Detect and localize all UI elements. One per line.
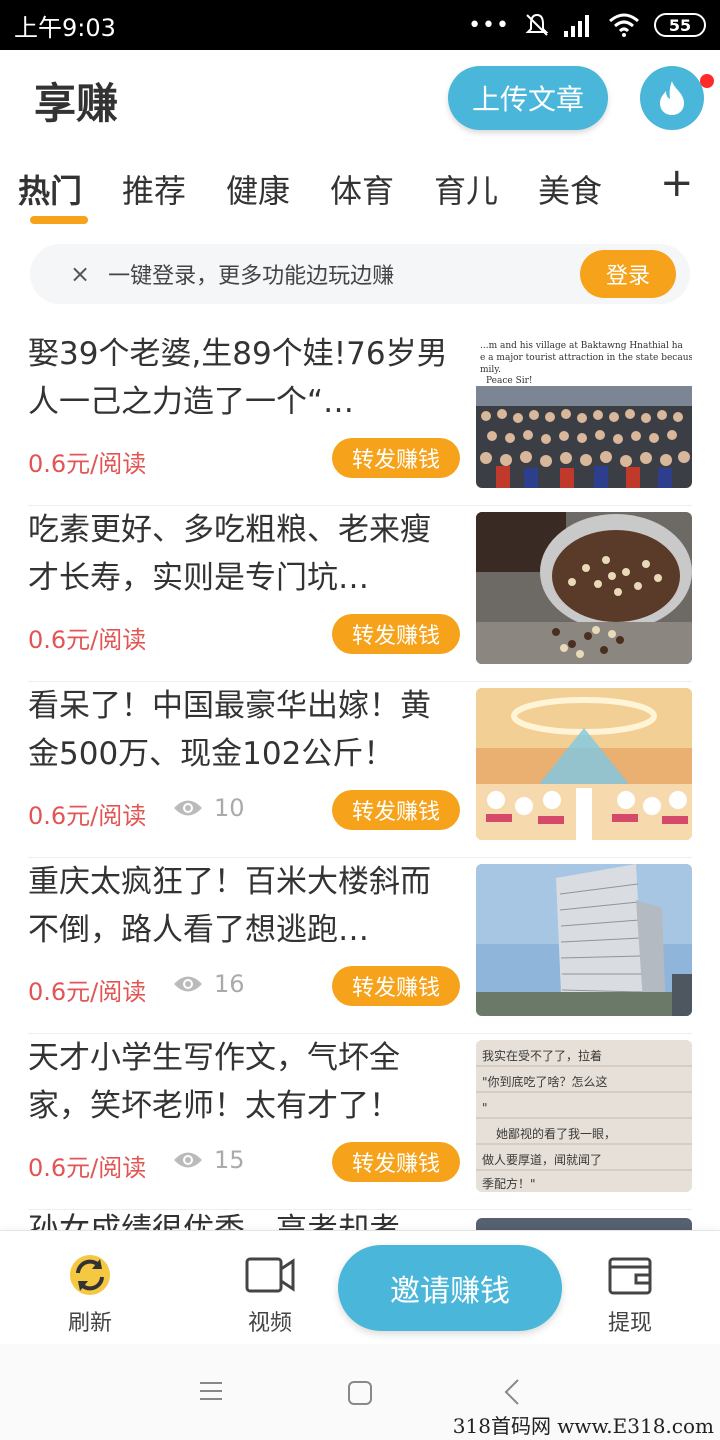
battery-indicator: 55 xyxy=(654,13,706,37)
article-item-partial[interactable]: 孙女成绩很优秀，高考却考 xyxy=(28,1210,692,1230)
share-earn-button[interactable]: 转发赚钱 xyxy=(332,1142,460,1182)
app-title: 享赚 xyxy=(34,79,119,128)
article-thumbnail[interactable] xyxy=(476,512,692,664)
notification-dot xyxy=(700,74,714,88)
add-tab-button[interactable]: + xyxy=(660,160,694,206)
back-icon[interactable] xyxy=(502,1378,522,1406)
refresh-icon xyxy=(70,1255,110,1295)
nav-withdraw-label: 提现 xyxy=(607,1311,652,1336)
article-thumbnail[interactable]: ...m and his village at Baktawng Hnathia… xyxy=(476,336,692,488)
menu-icon[interactable] xyxy=(198,1380,224,1402)
app-header: 享赚 上传文章 xyxy=(0,50,720,150)
article-item[interactable]: 娶39个老婆,生89个娃!76岁男人一己之力造了一个“… 0.6元/阅读 转发赚… xyxy=(28,330,692,506)
tab-hot[interactable]: 热门 xyxy=(18,166,82,212)
hot-fire-button[interactable] xyxy=(640,66,704,130)
essay-line: 她鄙视的看了我一眼， xyxy=(496,1126,616,1141)
thumb-caption-line: Peace Sir! xyxy=(486,376,533,386)
eye-icon xyxy=(174,1152,202,1168)
view-count: 16 xyxy=(172,970,245,998)
article-price: 0.6元/阅读 xyxy=(28,978,147,1006)
close-banner-icon[interactable]: × xyxy=(70,260,90,288)
nav-video-label: 视频 xyxy=(247,1311,292,1336)
article-title[interactable]: 天才小学生写作文，气坏全家，笑坏老师！太有才了！ xyxy=(28,1034,456,1130)
article-thumbnail[interactable]: 我实在受不了了，拉着 "你到底吃了啥？怎么这 " 她鄙视的看了我一眼， 做人要厚… xyxy=(476,1040,692,1192)
video-camera-icon xyxy=(245,1257,295,1293)
category-tabs: 热门 推荐 健康 体育 育儿 美食 + xyxy=(0,160,720,224)
share-earn-button[interactable]: 转发赚钱 xyxy=(332,438,460,478)
article-title[interactable]: 孙女成绩很优秀，高考却考 xyxy=(28,1210,456,1230)
signal-icon xyxy=(564,15,589,37)
handwriting-essay-image: 我实在受不了了，拉着 "你到底吃了啥？怎么这 " 她鄙视的看了我一眼， 做人要厚… xyxy=(476,1040,692,1192)
bottom-nav: 刷新 视频 邀请赚钱 提现 xyxy=(0,1230,720,1344)
view-count-value: 16 xyxy=(214,970,245,998)
login-button[interactable]: 登录 xyxy=(580,250,676,298)
article-title[interactable]: 看呆了！中国最豪华出嫁！黄金500万、现金102公斤！ xyxy=(28,682,456,778)
nav-video[interactable]: 视频 xyxy=(220,1251,320,1337)
article-title[interactable]: 娶39个老婆,生89个娃!76岁男人一己之力造了一个“… xyxy=(28,330,456,426)
share-earn-button[interactable]: 转发赚钱 xyxy=(332,790,460,830)
article-title[interactable]: 吃素更好、多吃粗粮、老来瘦才长寿，实则是专门坑… xyxy=(28,506,456,602)
home-icon[interactable] xyxy=(347,1380,373,1406)
login-banner: × 一键登录，更多功能边玩边赚 登录 xyxy=(30,244,690,304)
flame-icon xyxy=(660,81,684,115)
tab-recommend[interactable]: 推荐 xyxy=(122,166,186,212)
nav-withdraw[interactable]: 提现 xyxy=(580,1251,680,1337)
view-count: 15 xyxy=(172,1146,245,1174)
view-count-value: 15 xyxy=(214,1146,245,1174)
active-tab-indicator xyxy=(30,216,88,224)
article-thumbnail[interactable] xyxy=(476,1218,692,1230)
tab-food[interactable]: 美食 xyxy=(538,166,602,212)
article-price: 0.6元/阅读 xyxy=(28,450,147,478)
status-bar: 上午9:03 ••• 55 xyxy=(0,0,720,50)
thumb-caption-line: mily. xyxy=(480,365,501,375)
view-count-value: 10 xyxy=(214,794,245,822)
nav-refresh[interactable]: 刷新 xyxy=(40,1251,140,1337)
article-title[interactable]: 重庆太疯狂了！百米大楼斜而不倒，路人看了想逃跑… xyxy=(28,858,456,954)
article-item[interactable]: 看呆了！中国最豪华出嫁！黄金500万、现金102公斤！ 0.6元/阅读 10 转… xyxy=(28,682,692,858)
login-banner-text: 一键登录，更多功能边玩边赚 xyxy=(108,264,395,289)
status-time: 上午9:03 xyxy=(14,13,116,42)
article-thumbnail[interactable] xyxy=(476,688,692,840)
tilted-building-image xyxy=(476,864,692,1016)
article-item[interactable]: 天才小学生写作文，气坏全家，笑坏老师！太有才了！ 0.6元/阅读 15 转发赚钱… xyxy=(28,1034,692,1210)
more-dots-icon: ••• xyxy=(468,12,510,38)
thumb-caption-line: e a major tourist attraction in the stat… xyxy=(480,353,692,363)
status-icons: ••• 55 xyxy=(468,12,706,38)
invite-earn-button[interactable]: 邀请赚钱 xyxy=(338,1245,562,1331)
eye-icon xyxy=(174,800,202,816)
wedding-hall-image xyxy=(476,688,692,840)
nav-refresh-label: 刷新 xyxy=(67,1311,112,1336)
article-thumbnail[interactable] xyxy=(476,864,692,1016)
thumb-caption-line: ...m and his village at Baktawng Hnathia… xyxy=(480,341,684,351)
share-earn-button[interactable]: 转发赚钱 xyxy=(332,614,460,654)
battery-level: 55 xyxy=(668,15,692,35)
tab-parenting[interactable]: 育儿 xyxy=(434,166,498,212)
article-item[interactable]: 重庆太疯狂了！百米大楼斜而不倒，路人看了想逃跑… 0.6元/阅读 16 转发赚钱 xyxy=(28,858,692,1034)
article-price: 0.6元/阅读 xyxy=(28,802,147,830)
tab-health[interactable]: 健康 xyxy=(226,166,290,212)
app-screen: 上午9:03 ••• 55 享赚 上传文章 热门 推荐 健康 体育 育儿 美食 … xyxy=(0,0,720,1440)
article-price: 0.6元/阅读 xyxy=(28,1154,147,1182)
mute-bell-icon xyxy=(525,13,549,36)
share-earn-button[interactable]: 转发赚钱 xyxy=(332,966,460,1006)
upload-article-button[interactable]: 上传文章 xyxy=(448,66,608,130)
wallet-icon xyxy=(608,1257,652,1295)
watermark: 318首码网 www.E318.com xyxy=(452,1414,714,1438)
essay-line: 季配方！" xyxy=(482,1176,536,1191)
article-price: 0.6元/阅读 xyxy=(28,626,147,654)
tab-sports[interactable]: 体育 xyxy=(330,166,394,212)
essay-line: "你到底吃了啥？怎么这 xyxy=(482,1074,608,1089)
wifi-icon xyxy=(609,13,639,37)
crowd-photo-image: ...m and his village at Baktawng Hnathia… xyxy=(476,336,692,488)
view-count: 10 xyxy=(172,794,245,822)
essay-line: 我实在受不了了，拉着 xyxy=(482,1048,602,1063)
beans-bowl-image xyxy=(476,512,692,664)
eye-icon xyxy=(174,976,202,992)
essay-line: 做人要厚道，闻就闻了 xyxy=(482,1152,602,1167)
article-item[interactable]: 吃素更好、多吃粗粮、老来瘦才长寿，实则是专门坑… 0.6元/阅读 转发赚钱 xyxy=(28,506,692,682)
essay-line: " xyxy=(482,1101,488,1115)
